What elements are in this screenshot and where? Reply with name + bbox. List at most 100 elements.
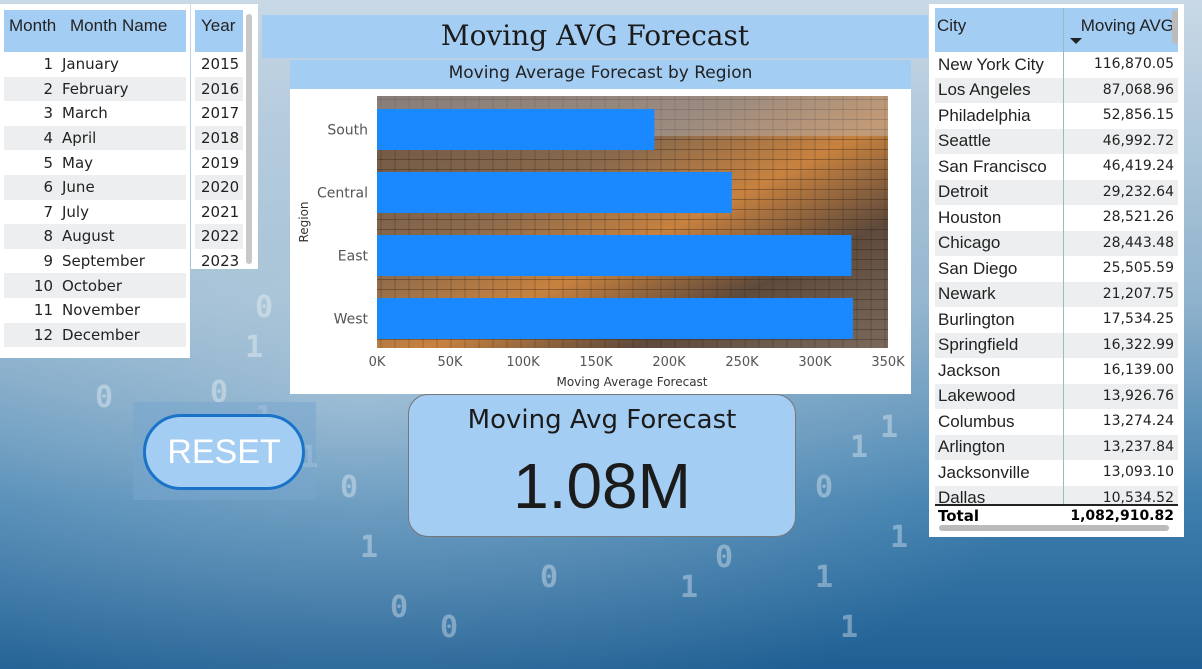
moving-avg-cell: 13,093.10 xyxy=(1063,460,1178,486)
month-list-item[interactable]: 6 June xyxy=(4,174,186,200)
background-digit: 0 xyxy=(95,380,114,415)
city-column-header[interactable]: City xyxy=(935,8,1063,52)
table-row[interactable]: Seattle 46,992.72 xyxy=(935,128,1178,154)
moving-avg-cell: 13,274.24 xyxy=(1063,409,1178,435)
month-list-item[interactable]: 7 July xyxy=(4,200,186,225)
month-list-item[interactable]: 10 October xyxy=(4,273,186,298)
moving-avg-cell: 13,237.84 xyxy=(1063,434,1178,460)
month-name: April xyxy=(62,129,97,148)
chart-category-label: Central xyxy=(317,186,368,202)
table-row[interactable]: New York City 116,870.05 xyxy=(935,52,1178,78)
table-row[interactable]: Newark 21,207.75 xyxy=(935,281,1178,307)
month-number: 3 xyxy=(43,104,53,123)
month-list-item[interactable]: 3 March xyxy=(4,101,186,126)
month-number: 2 xyxy=(43,79,53,98)
city-table-vertical-scrollbar[interactable] xyxy=(1172,10,1178,44)
month-column-header[interactable]: Month xyxy=(4,16,70,36)
chart-bar-west[interactable] xyxy=(377,298,853,339)
year-list-item[interactable]: 2019 xyxy=(195,150,243,175)
table-row[interactable]: Philadelphia 52,856.15 xyxy=(935,103,1178,129)
table-row[interactable]: Houston 28,521.26 xyxy=(935,205,1178,231)
year-list-item[interactable]: 2020 xyxy=(195,174,243,200)
table-row[interactable]: Jackson 16,139.00 xyxy=(935,358,1178,384)
month-list-item[interactable]: 12 December xyxy=(4,322,186,348)
table-row[interactable]: Arlington 13,237.84 xyxy=(935,434,1178,460)
year-list-item[interactable]: 2021 xyxy=(195,200,243,225)
moving-avg-cell: 46,992.72 xyxy=(1063,128,1178,154)
year-list-item[interactable]: 2023 xyxy=(195,249,243,274)
year-scrollbar[interactable] xyxy=(246,14,252,264)
chart-bar-central[interactable] xyxy=(377,172,732,213)
city-name-cell: New York City xyxy=(938,54,1044,74)
table-row[interactable]: Jacksonville 13,093.10 xyxy=(935,460,1178,486)
month-number: 10 xyxy=(33,276,53,295)
month-name: January xyxy=(62,55,119,74)
year-list-item[interactable]: 2018 xyxy=(195,125,243,151)
month-name: July xyxy=(62,202,89,221)
background-digit: 1 xyxy=(840,610,859,645)
table-row[interactable]: Lakewood 13,926.76 xyxy=(935,383,1178,409)
moving-avg-cell: 25,505.59 xyxy=(1063,256,1178,282)
table-row[interactable]: Burlington 17,534.25 xyxy=(935,307,1178,333)
year-list-item[interactable]: 2017 xyxy=(195,101,243,126)
city-name-cell: San Diego xyxy=(938,258,1018,278)
chart-canvas: South Central East West 0K 50K 100K 150K 200K 25… xyxy=(297,96,905,389)
month-name: March xyxy=(62,104,108,123)
city-name-cell: Chicago xyxy=(938,233,1001,253)
month-list: 1 January 2 February 3 March 4 April 5 May 6 June 7 J… xyxy=(4,52,186,348)
table-row[interactable]: Columbus 13,274.24 xyxy=(935,409,1178,435)
year-list-item[interactable]: 2016 xyxy=(195,76,243,102)
background-digit: 1 xyxy=(890,520,909,555)
city-name-cell: Los Angeles xyxy=(938,80,1031,100)
month-list-item[interactable]: 9 September xyxy=(4,249,186,274)
reset-button[interactable]: RESET xyxy=(143,414,305,490)
page-title: Moving AVG Forecast xyxy=(262,15,928,58)
background-digit: 0 xyxy=(390,590,409,625)
chart-category-label: East xyxy=(338,249,369,265)
table-row[interactable]: Los Angeles 87,068.96 xyxy=(935,77,1178,103)
table-row[interactable]: Dallas 10,534.52 xyxy=(935,485,1178,504)
chart-x-tick-label: 200K xyxy=(652,355,686,370)
month-list-item[interactable]: 11 November xyxy=(4,298,186,323)
chart-bar-east[interactable] xyxy=(377,235,852,276)
month-slicer: Month Month Name 1 January 2 February 3 March… xyxy=(0,4,190,358)
moving-avg-cell: 21,207.75 xyxy=(1063,281,1178,307)
background-digit: 1 xyxy=(880,410,899,445)
city-name-cell: Arlington xyxy=(938,437,1006,457)
year-slicer-header: Year xyxy=(195,10,243,52)
month-number: 9 xyxy=(43,252,53,271)
moving-avg-cell: 10,534.52 xyxy=(1063,485,1178,504)
chart-y-axis-label: Region xyxy=(297,201,311,242)
month-slicer-header: Month Month Name xyxy=(4,10,186,52)
table-row[interactable]: San Francisco 46,419.24 xyxy=(935,154,1178,180)
year-list-item[interactable]: 2015 xyxy=(195,52,243,77)
month-list-item[interactable]: 2 February xyxy=(4,76,186,102)
table-row[interactable]: Chicago 28,443.48 xyxy=(935,230,1178,256)
month-list-item[interactable]: 8 August xyxy=(4,224,186,249)
table-row[interactable]: San Diego 25,505.59 xyxy=(935,256,1178,282)
total-value: 1,082,910.82 xyxy=(1070,508,1174,524)
month-list-item[interactable]: 1 January xyxy=(4,52,186,77)
year-column-header[interactable]: Year xyxy=(201,16,235,36)
chart-bar-south[interactable] xyxy=(377,109,655,150)
background-digit: 0 xyxy=(440,610,459,645)
city-table-horizontal-scrollbar[interactable] xyxy=(939,525,1169,531)
background-digit: 0 xyxy=(540,560,559,595)
moving-avg-column-header[interactable]: Moving AVG xyxy=(1063,8,1178,52)
table-row[interactable]: Detroit 29,232.64 xyxy=(935,179,1178,205)
month-name-column-header[interactable]: Month Name xyxy=(70,16,167,36)
city-name-cell: Springfield xyxy=(938,335,1019,355)
moving-avg-cell: 29,232.64 xyxy=(1063,179,1178,205)
month-list-item[interactable]: 4 April xyxy=(4,125,186,151)
year-list-item[interactable]: 2022 xyxy=(195,224,243,249)
month-list-item[interactable]: 5 May xyxy=(4,150,186,175)
table-row[interactable]: Springfield 16,322.99 xyxy=(935,332,1178,358)
chart-x-axis-label: Moving Average Forecast xyxy=(556,375,707,389)
background-digit: 1 xyxy=(815,560,834,595)
background-digit: 0 xyxy=(340,470,359,505)
region-forecast-chart: Moving Average Forecast by Region South C… xyxy=(290,60,911,394)
city-name-cell: Jacksonville xyxy=(938,462,1030,482)
moving-avg-cell: 28,521.26 xyxy=(1063,205,1178,231)
city-table-total-row: Total 1,082,910.82 xyxy=(935,504,1178,526)
sort-descending-icon[interactable] xyxy=(1070,38,1082,44)
